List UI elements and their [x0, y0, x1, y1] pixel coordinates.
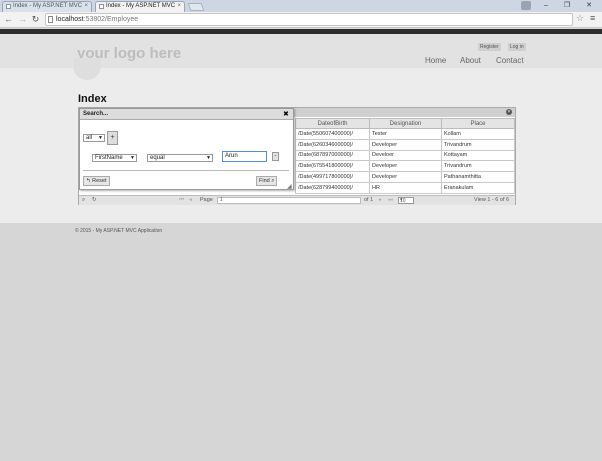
operator-select-value: equal [150, 155, 165, 161]
reload-button[interactable]: ↻ [30, 14, 41, 25]
tab-index-2[interactable]: Index - My ASP.NET MVC × [95, 1, 185, 12]
field-select-value: FirstName [95, 155, 123, 161]
table-row[interactable]: /Date(675541800000)/ Developer Trivandru… [295, 160, 515, 173]
resize-handle-icon[interactable]: ◢ [287, 183, 292, 190]
login-link[interactable]: Log in [508, 43, 526, 51]
find-button[interactable]: Find ⌕ [256, 176, 278, 186]
grid-table: DateofBirth Designation Place /Date(5506… [295, 118, 515, 194]
page-favicon-icon [99, 4, 104, 9]
grid-pager: ⌕ ↻ ⏮ ◂ Page 1 of 1 ▸ ⏭ 10 ▾ View 1 - 6 … [79, 195, 515, 205]
nav-home[interactable]: Home [425, 56, 446, 65]
cell-dateofbirth: /Date(687897000000)/ [295, 149, 370, 162]
reset-button[interactable]: ↰ Reset [83, 176, 110, 186]
table-row[interactable]: /Date(550607400000)/ Tester Kollam [295, 128, 515, 140]
table-row[interactable]: /Date(499717800000)/ Developer Pathanamt… [295, 171, 515, 183]
cell-dateofbirth: /Date(550607400000)/ [295, 128, 370, 140]
rows-per-page-select[interactable]: 10 ▾ [398, 197, 414, 204]
new-tab-button[interactable] [187, 3, 205, 11]
field-select[interactable]: FirstName ▼ [92, 154, 137, 162]
cell-place: Trivandrum [441, 160, 515, 173]
column-header-place[interactable]: Place [441, 118, 515, 129]
cell-place: Pathanamthitta [441, 171, 515, 183]
refresh-icon[interactable]: ↻ [92, 197, 97, 203]
cell-dateofbirth: /Date(628799400000)/ [295, 181, 370, 194]
cell-designation: Developer [369, 171, 442, 183]
tab-title: Index - My ASP.NET MVC [106, 3, 176, 9]
view-records-label: View 1 - 6 of 6 [474, 197, 510, 203]
cell-designation: Develoer [369, 149, 442, 162]
url-path: :53802/Employee [83, 16, 139, 23]
user-profile-icon[interactable] [521, 1, 531, 10]
back-button[interactable]: ← [3, 14, 14, 25]
table-row[interactable]: /Date(687897000000)/ Develoer Kottayam [295, 149, 515, 162]
search-value-input[interactable]: Arun [222, 151, 267, 162]
page-favicon-icon [6, 4, 11, 9]
page-title: Index [78, 93, 107, 105]
cell-place: Kollam [441, 128, 515, 140]
last-page-icon[interactable]: ⏭ [388, 197, 393, 204]
close-tab-icon[interactable]: × [177, 2, 181, 11]
close-dialog-icon[interactable]: ✖ [283, 111, 289, 118]
tab-index-1[interactable]: Index - My ASP.NET MVC × [2, 1, 92, 12]
cell-designation: Developer [369, 138, 442, 151]
page-count-label: of 1 [364, 197, 374, 203]
chevron-down-icon: ▼ [206, 155, 211, 161]
close-window-button[interactable]: ✕ [580, 0, 598, 12]
browser-menu-icon[interactable]: ≡ [590, 13, 595, 23]
add-rule-button[interactable]: + [107, 131, 118, 145]
grid-collapse-icon[interactable]: × [506, 109, 512, 115]
cell-dateofbirth: /Date(499717800000)/ [295, 171, 370, 183]
rows-per-page-value: 10 [400, 198, 406, 204]
cell-designation: Developer [369, 160, 442, 173]
address-bar[interactable]: localhost:53802/Employee [45, 13, 573, 26]
cell-place: Eranakulam [441, 181, 515, 194]
cell-place: Kottayam [441, 149, 515, 162]
forward-button[interactable]: → [17, 14, 28, 25]
minimize-button[interactable]: – [537, 0, 555, 12]
column-header-designation[interactable]: Designation [369, 118, 442, 129]
cell-designation: Tester [369, 128, 442, 140]
group-operator-select[interactable]: all ▼ [83, 134, 105, 142]
operator-select[interactable]: equal ▼ [147, 154, 213, 162]
restore-button[interactable]: ❐ [558, 0, 576, 12]
column-header-dateofbirth[interactable]: DateofBirth [295, 118, 370, 129]
page-icon [48, 16, 53, 23]
chevron-down-icon: ▼ [98, 135, 103, 141]
register-link[interactable]: Register [478, 43, 501, 51]
table-row[interactable]: /Date(626034600000)/ Developer Trivandru… [295, 138, 515, 151]
nav-contact[interactable]: Contact [496, 56, 524, 65]
page-number-input[interactable]: 1 [217, 197, 361, 204]
dialog-divider [83, 170, 289, 171]
cell-designation: HR [369, 181, 442, 194]
bookmark-star-icon[interactable]: ☆ [576, 13, 584, 24]
first-page-icon[interactable]: ⏮ [179, 197, 184, 204]
site-footer: © 2015 - My ASP.NET MVC Application [75, 228, 163, 234]
group-operator-value: all [86, 135, 93, 141]
search-dialog-title[interactable]: Search... [80, 109, 293, 120]
cell-place: Trivandrum [441, 138, 515, 151]
url-host: localhost [56, 16, 84, 23]
search-icon[interactable]: ⌕ [82, 197, 85, 204]
nav-about[interactable]: About [460, 56, 481, 65]
chevron-down-icon: ▼ [130, 155, 135, 161]
close-tab-icon[interactable]: × [84, 2, 88, 11]
cell-dateofbirth: /Date(675541800000)/ [295, 160, 370, 173]
next-page-icon[interactable]: ▸ [379, 197, 382, 203]
tab-title: Index - My ASP.NET MVC [13, 3, 83, 9]
page-label: Page [200, 197, 213, 203]
remove-rule-button[interactable]: - [272, 152, 279, 161]
tab-strip: Index - My ASP.NET MVC × Index - My ASP.… [0, 0, 602, 12]
prev-page-icon[interactable]: ◂ [189, 197, 192, 203]
browser-toolbar: ← → ↻ localhost:53802/Employee ☆ ≡ [0, 12, 602, 28]
table-row[interactable]: /Date(628799400000)/ HR Eranakulam [295, 181, 515, 194]
search-dialog: Search... ✖ all ▼ + FirstName ▼ equal ▼ … [79, 108, 294, 190]
cell-dateofbirth: /Date(626034600000)/ [295, 138, 370, 151]
